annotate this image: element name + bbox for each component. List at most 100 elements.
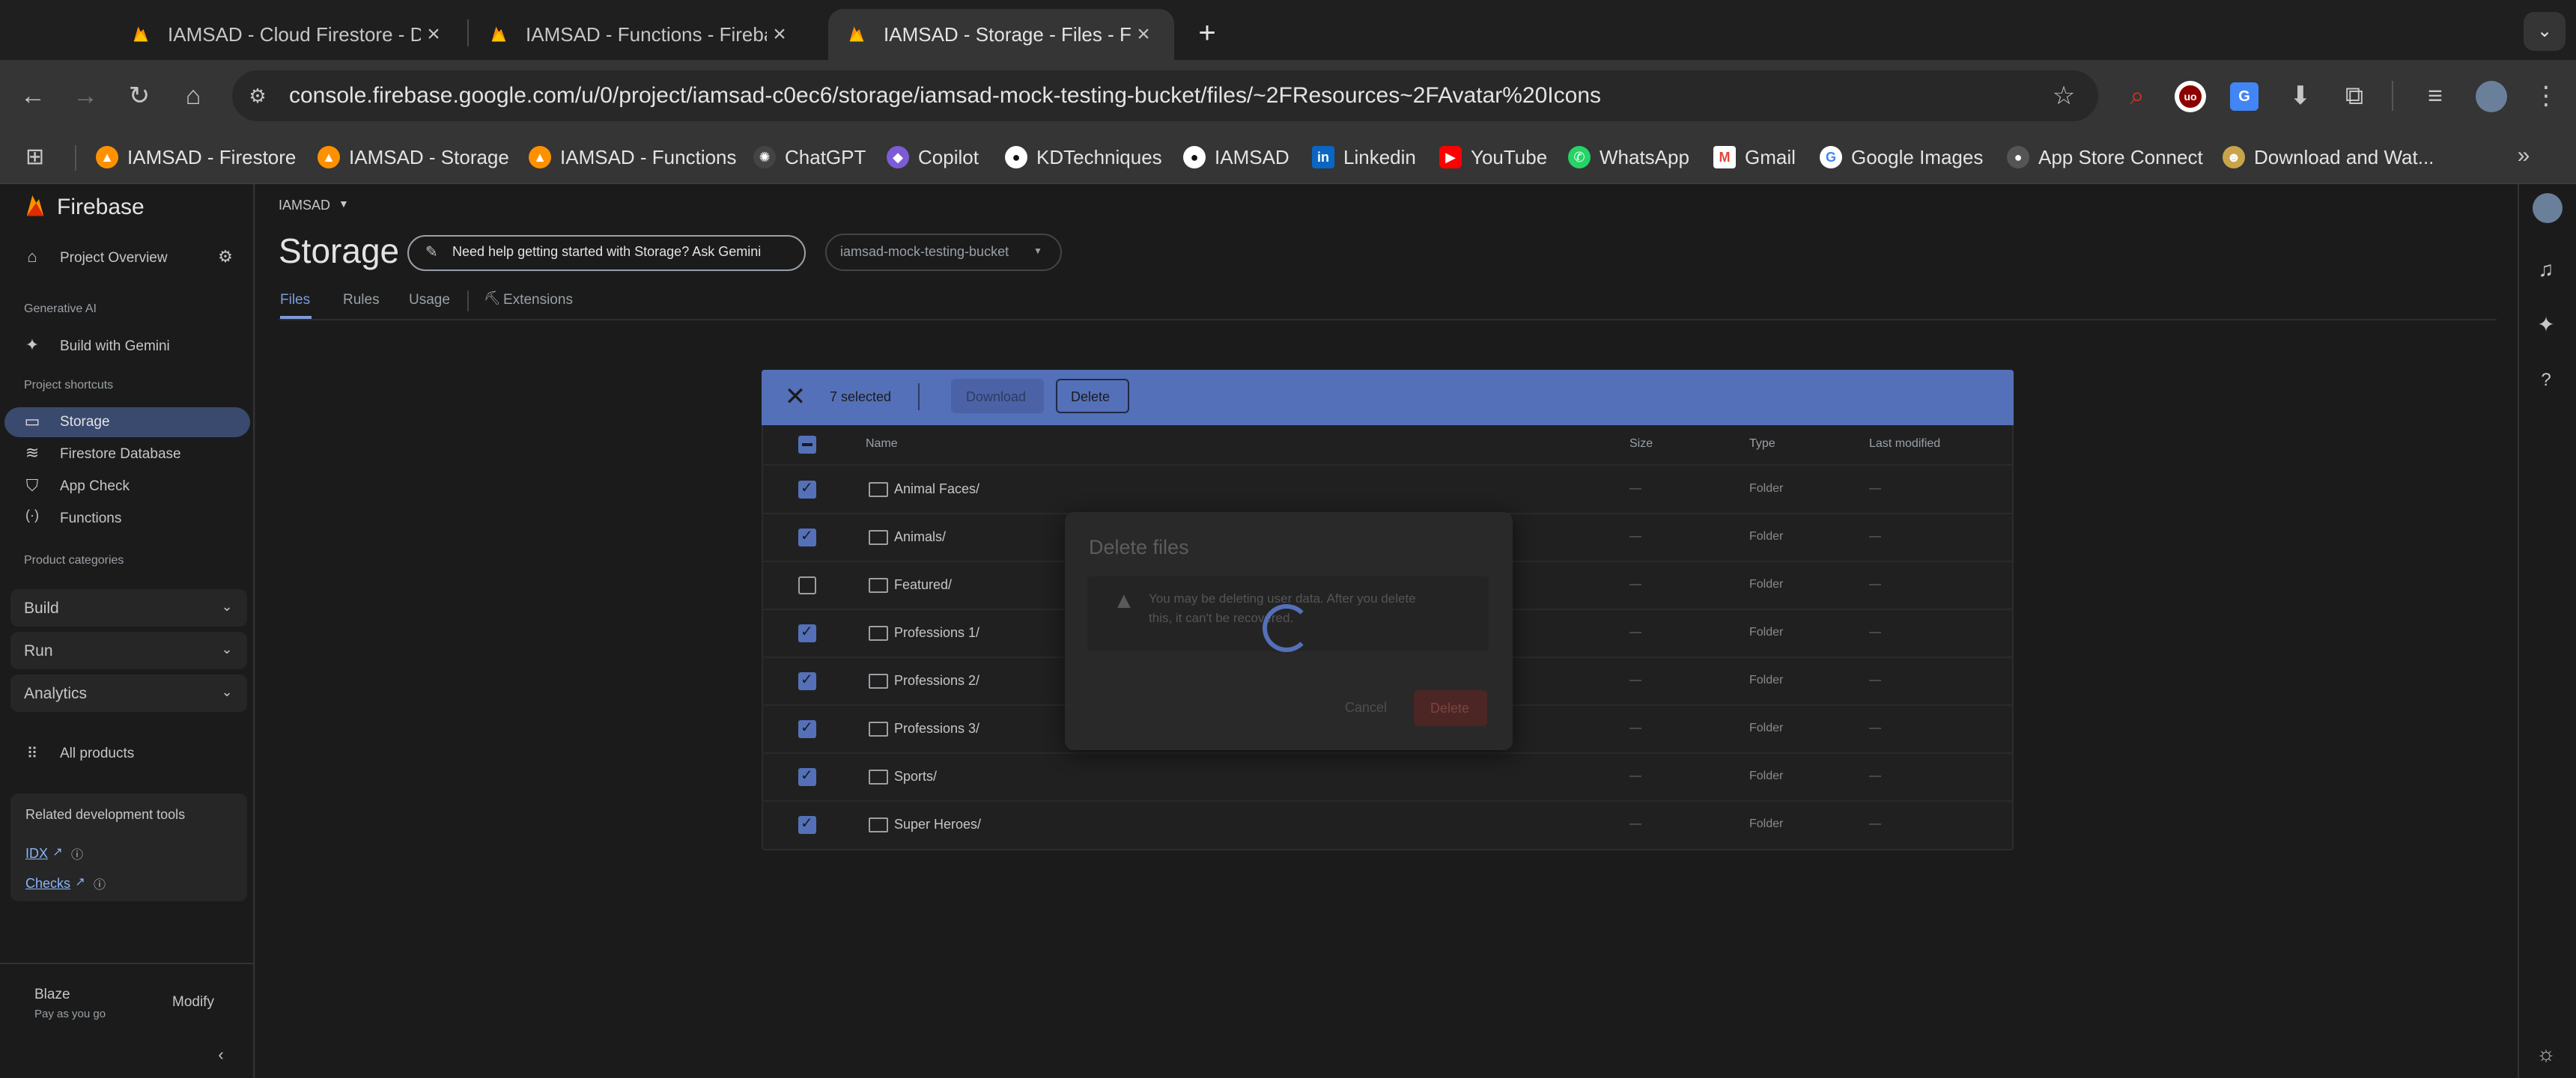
bookmark-iamsad-github[interactable]: ● IAMSAD — [1183, 142, 1289, 172]
tab-extensions[interactable]: Extensions — [503, 292, 573, 308]
sidebar-item-app-check[interactable]: App Check — [60, 478, 130, 495]
column-header-size[interactable]: Size — [1629, 437, 1653, 451]
modify-plan-button[interactable]: Modify — [172, 994, 214, 1011]
bookmark-gmail[interactable]: M Gmail — [1713, 142, 1796, 172]
bookmark-google-images[interactable]: G Google Images — [1820, 142, 1983, 172]
close-tab-icon[interactable]: × — [767, 22, 792, 47]
download-extension-icon[interactable]: ⬇ — [2279, 75, 2321, 117]
file-name[interactable]: Professions 1/ — [894, 625, 979, 641]
theme-sun-icon[interactable]: ☼ — [2531, 1039, 2561, 1069]
file-name[interactable]: Super Heroes/ — [894, 817, 981, 832]
file-name[interactable]: Professions 3/ — [894, 721, 979, 737]
bookmark-kdtechniques[interactable]: ● KDTechniques — [1005, 142, 1162, 172]
more-bookmarks-chevron-icon[interactable]: » — [2509, 141, 2539, 171]
bookmark-download[interactable]: ☻ Download and Wat... — [2223, 142, 2434, 172]
file-name[interactable]: Animal Faces/ — [894, 481, 979, 497]
home-icon[interactable]: ⌂ — [172, 75, 214, 117]
column-header-type[interactable]: Type — [1749, 437, 1775, 451]
row-checkbox[interactable] — [798, 718, 816, 738]
gmail-icon: M — [1713, 146, 1736, 168]
translate-extension-icon[interactable]: G — [2230, 82, 2258, 111]
settings-gear-icon[interactable]: ⚙ — [216, 247, 235, 267]
bookmark-linkedin[interactable]: in Linkedin — [1312, 142, 1416, 172]
bookmark-youtube[interactable]: ▶ YouTube — [1439, 142, 1547, 172]
apps-grid-icon[interactable]: ⊞ — [25, 144, 52, 171]
file-name[interactable]: Sports/ — [894, 769, 937, 785]
clear-selection-close-icon[interactable]: ✕ — [782, 383, 809, 410]
forward-icon[interactable]: → — [64, 75, 106, 117]
extensions-puzzle-icon[interactable]: ⧉ — [2333, 75, 2375, 117]
tab-rules[interactable]: Rules — [343, 292, 380, 308]
all-products-link[interactable]: All products — [60, 746, 134, 762]
collapse-sidebar-icon[interactable]: ‹ — [211, 1045, 231, 1065]
build-with-gemini-link[interactable]: Build with Gemini — [60, 338, 170, 355]
tab-files[interactable]: Files — [280, 292, 310, 308]
sidebar-item-firestore[interactable]: Firestore Database — [60, 446, 181, 463]
caret-down-icon: ▼ — [1033, 246, 1042, 256]
reading-list-icon[interactable]: ≡ — [2414, 75, 2456, 117]
bookmark-iamsad-functions[interactable]: ▲ IAMSAD - Functions — [529, 142, 737, 172]
close-tab-icon[interactable]: × — [421, 22, 446, 47]
external-link-icon: ↗ — [52, 846, 63, 859]
table-row[interactable] — [762, 753, 2014, 801]
file-type: Folder — [1749, 817, 1784, 830]
reload-icon[interactable]: ↻ — [118, 75, 160, 117]
bookmark-copilot[interactable]: ◆ Copilot — [887, 142, 979, 172]
file-name[interactable]: Professions 2/ — [894, 673, 979, 689]
bookmark-whatsapp[interactable]: ✆ WhatsApp — [1568, 142, 1689, 172]
bucket-name: iamsad-mock-testing-bucket — [840, 244, 1009, 259]
idx-link[interactable]: IDX — [25, 846, 48, 862]
column-header-last-modified[interactable]: Last modified — [1869, 437, 1940, 451]
firebase-brand[interactable]: Firebase — [57, 195, 145, 220]
row-checkbox[interactable] — [798, 478, 816, 499]
checks-link[interactable]: Checks — [25, 876, 70, 892]
row-checkbox[interactable] — [798, 814, 816, 834]
github-icon: ● — [1005, 146, 1027, 168]
gemini-sparkle-icon: ✦ — [25, 335, 40, 354]
row-checkbox[interactable] — [798, 576, 816, 594]
category-run-label: Run — [24, 642, 53, 660]
browser-tab-functions[interactable]: IAMSAD - Functions - Firebas × — [470, 9, 810, 60]
chrome-menu-icon[interactable]: ⋮ — [2525, 75, 2567, 117]
browser-tab-storage[interactable]: IAMSAD - Storage - Files - Fi × — [828, 9, 1174, 60]
tab-title: IAMSAD - Functions - Firebas — [526, 22, 767, 46]
sidebar-item-functions[interactable]: Functions — [60, 511, 121, 527]
project-selector[interactable]: IAMSAD — [279, 198, 330, 213]
site-settings-icon[interactable]: ⚙ — [244, 82, 271, 109]
help-circle-icon[interactable]: ⓘ — [90, 874, 109, 892]
account-avatar[interactable] — [2533, 193, 2563, 223]
help-icon[interactable]: ? — [2531, 365, 2561, 395]
browser-tab-firestore[interactable]: IAMSAD - Cloud Firestore - D × — [112, 9, 464, 60]
bookmark-iamsad-firestore[interactable]: ▲ IAMSAD - Firestore — [96, 142, 296, 172]
notifications-bell-icon[interactable]: ♫ — [2531, 255, 2561, 284]
tab-usage[interactable]: Usage — [409, 292, 450, 308]
external-link-icon: ↗ — [75, 876, 85, 889]
file-name[interactable]: Animals/ — [894, 529, 946, 545]
column-header-name[interactable]: Name — [866, 437, 898, 451]
project-overview-link[interactable]: Project Overview — [60, 250, 168, 267]
row-checkbox[interactable] — [798, 766, 816, 786]
new-tab-button[interactable]: + — [1186, 12, 1228, 54]
back-icon[interactable]: ← — [12, 75, 54, 117]
bookmark-app-store-connect[interactable]: ● App Store Connect — [2007, 142, 2203, 172]
caret-down-icon[interactable]: ▼ — [338, 198, 349, 210]
bookmark-iamsad-storage[interactable]: ▲ IAMSAD - Storage — [318, 142, 509, 172]
close-tab-icon[interactable]: × — [1131, 22, 1156, 47]
bookmark-star-icon[interactable]: ☆ — [2043, 75, 2085, 117]
file-last-modified: — — [1869, 722, 1881, 734]
file-name[interactable]: Featured/ — [894, 577, 952, 593]
row-checkbox[interactable] — [798, 670, 816, 690]
search-extension-icon[interactable]: ⌕ — [2116, 75, 2158, 117]
ublock-extension-icon[interactable]: uo — [2175, 81, 2206, 112]
profile-avatar[interactable] — [2476, 81, 2507, 112]
row-checkbox[interactable] — [798, 622, 816, 642]
tab-search-chevron-icon[interactable]: ⌄ — [2524, 12, 2566, 51]
url-text[interactable]: console.firebase.google.com/u/0/project/… — [289, 78, 1601, 114]
bookmark-chatgpt[interactable]: ✺ ChatGPT — [753, 142, 866, 172]
select-all-checkbox[interactable] — [798, 436, 816, 454]
row-checkbox[interactable] — [798, 526, 816, 546]
dialog-cancel-button[interactable]: Cancel — [1345, 700, 1387, 716]
gemini-sparkle-icon[interactable]: ✦ — [2531, 310, 2561, 340]
tab-title: IAMSAD - Storage - Files - Fi — [884, 22, 1131, 46]
help-circle-icon[interactable]: ⓘ — [67, 844, 87, 862]
